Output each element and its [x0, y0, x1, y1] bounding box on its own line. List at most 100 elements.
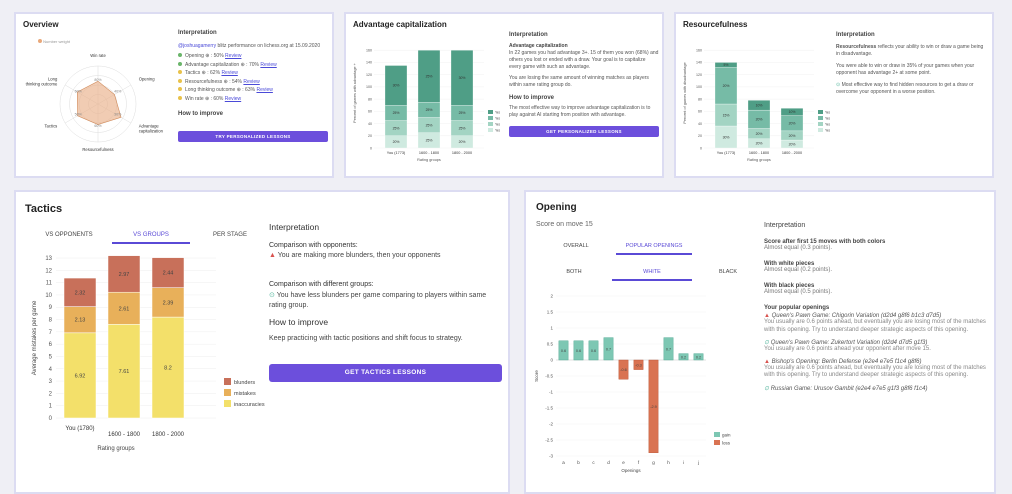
tab-white[interactable]: WHITE: [612, 269, 692, 281]
review-link[interactable]: Review: [260, 62, 276, 68]
x-tick-label: d: [607, 460, 610, 465]
res-p1: Resourcefulness reflects your ability to…: [836, 44, 984, 57]
legend-label: Yes -3: [825, 117, 830, 121]
tactics-lessons-button[interactable]: GET TACTICS LESSONS: [269, 364, 502, 382]
bar-data-label: 10%: [756, 104, 763, 108]
y-tick-label: 4: [49, 367, 53, 373]
y-tick-label: 20: [368, 134, 372, 138]
overview-item-text: Win rate ⊕ : 60%: [185, 95, 225, 102]
resource-card: Resourcefulness 0 20 40 60 80 100 120 140 160 30%…: [674, 12, 994, 178]
legend-swatch: [488, 110, 493, 114]
opening-name[interactable]: ⊙ Russian Game: Urusov Gambit (e2e4 e7e5…: [764, 385, 992, 392]
tac-c2-text: ⊙ You have less blunders per game compar…: [269, 292, 487, 309]
tab-overall[interactable]: OVERALL: [536, 243, 616, 253]
legend-swatch: [224, 400, 231, 407]
tactics-title: Tactics: [25, 203, 63, 215]
bar-data-label: 25%: [393, 126, 400, 130]
x-tick-label: 1800 - 2000: [152, 432, 185, 438]
tab-vs-groups[interactable]: VS GROUPS: [112, 232, 190, 244]
y-tick-label: 20: [698, 134, 702, 138]
radar-tick-label: 30%: [114, 112, 122, 116]
bar-data-label: -2.9: [650, 405, 657, 409]
bar-data-label: 30%: [459, 76, 466, 80]
bar-data-label: 7.61: [119, 369, 130, 375]
y-tick-label: 100: [696, 85, 702, 89]
y-tick-label: 2: [49, 391, 53, 397]
x-tick-label: 1600 - 1800: [749, 151, 769, 155]
resource-title: Resourcefulness: [683, 20, 748, 29]
overview-improve-title: How to improve: [178, 110, 224, 117]
opening-item: ▲ Queen's Pawn Game: Chigorin Variation …: [764, 313, 992, 334]
check-icon: ⊙: [764, 385, 771, 392]
legend-label: loss: [722, 441, 731, 446]
legend-label: Yes 4+: [495, 111, 500, 115]
opening-name[interactable]: ⊙ Queen's Pawn Game: Zukertort Variation…: [764, 339, 992, 346]
y-tick-label: 0.5: [547, 342, 554, 347]
legend-label: inaccuracies: [234, 402, 265, 408]
review-link[interactable]: Review: [256, 87, 272, 93]
op-s2v: Almost equal (0.2 points).: [764, 267, 833, 273]
overview-item-text: Opening ⊕ : 50%: [185, 53, 226, 59]
review-link[interactable]: Review: [225, 96, 241, 102]
y-tick-label: 100: [366, 85, 372, 89]
tac-interp-title: Interpretation: [269, 222, 320, 232]
y-tick-label: 1.5: [547, 310, 554, 315]
bar-data-label: 20%: [393, 140, 400, 144]
review-link[interactable]: Review: [221, 70, 237, 76]
bar-data-label: 0.7: [666, 347, 671, 351]
x-tick-label: a: [562, 460, 565, 465]
bar-data-label: 2.32: [75, 290, 86, 296]
y-tick-label: 2: [550, 294, 553, 299]
tac-improve-title: How to improve: [269, 317, 329, 327]
x-tick-label: g: [652, 460, 655, 465]
tab-vs-opponents[interactable]: VS OPPONENTS: [30, 232, 108, 242]
legend-swatch: [714, 440, 720, 445]
y-axis-title: Average mistakes per game: [32, 300, 38, 375]
y-tick-label: -2: [549, 422, 553, 427]
bar-data-label: 20%: [756, 132, 763, 136]
bar-data-label: 10%: [789, 110, 796, 114]
y-tick-label: 0: [49, 416, 53, 422]
y-tick-label: 1: [49, 404, 53, 410]
tab-per-stage[interactable]: PER STAGE: [194, 232, 266, 242]
overview-item: Opening ⊕ : 50% Review: [178, 53, 328, 60]
radar-tick-label: 80%: [94, 78, 102, 82]
x-tick-label: 1800 - 2000: [452, 151, 472, 155]
overview-intro: @joshuagamerry blitz performance on lich…: [178, 43, 321, 49]
bar-data-label: 30%: [723, 135, 730, 139]
legend-label: Yes -4: [825, 111, 830, 115]
y-tick-label: 6: [49, 342, 53, 348]
advantage-bar-chart: 0 20 40 60 80 100 120 140 160 20% 25% 25% 30% You (17…: [353, 49, 500, 162]
user-link[interactable]: @joshuagamerry: [178, 43, 216, 49]
y-tick-label: 160: [366, 49, 372, 53]
radar-tick-label: 60%: [94, 124, 102, 128]
radar-axis-label: Long thinking outcome: [26, 77, 58, 87]
adv-p1: In 22 games you had advantage 3+. 15 of …: [509, 50, 659, 70]
try-lessons-button[interactable]: TRY PERSONALIZED LESSONS: [178, 131, 328, 142]
bar-data-label: 0.2: [696, 355, 701, 359]
y-tick-label: 140: [696, 61, 702, 65]
bar-data-label: 0.6: [576, 349, 581, 353]
tab-both[interactable]: BOTH: [536, 269, 612, 279]
review-link[interactable]: Review: [243, 79, 259, 85]
radar-tick-label: 40%: [114, 90, 122, 94]
bar-data-label: 20%: [459, 140, 466, 144]
bar-data-label: 20%: [789, 142, 796, 146]
review-link[interactable]: Review: [225, 53, 241, 59]
bar-data-label: 25%: [426, 123, 433, 127]
bar-data-label: 20%: [789, 134, 796, 138]
bar-data-label: 20%: [756, 142, 763, 146]
tab-black[interactable]: BLACK: [692, 269, 764, 279]
legend-swatch: [488, 128, 493, 132]
legend-swatch: [714, 432, 720, 437]
warning-icon: ▲: [764, 358, 772, 365]
y-axis-title: Score: [534, 370, 539, 382]
bar-data-label: 2.97: [119, 272, 130, 278]
y-tick-label: -0.5: [545, 374, 553, 379]
adv-lessons-button[interactable]: GET PERSONALIZED LESSONS: [509, 126, 659, 137]
opening-list: ▲ Queen's Pawn Game: Chigorin Variation …: [764, 313, 992, 392]
bar-data-label: 6.92: [75, 373, 86, 379]
y-tick-label: 60: [698, 110, 702, 114]
tab-popular-openings[interactable]: POPULAR OPENINGS: [616, 243, 692, 255]
y-tick-label: 40: [698, 122, 702, 126]
